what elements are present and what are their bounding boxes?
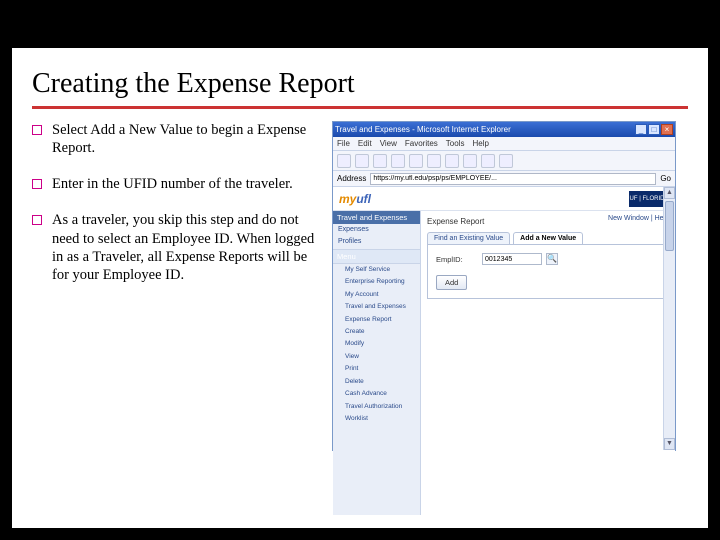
menu-item[interactable]: Delete (333, 376, 420, 388)
slide-title: Creating the Expense Report (12, 48, 708, 106)
menu-tools[interactable]: Tools (446, 139, 465, 148)
back-icon[interactable] (337, 154, 351, 168)
bullet-list: Select Add a New Value to begin a Expens… (32, 121, 322, 451)
portal-banner: myufl UF | FLORIDA (333, 187, 675, 211)
menu-item[interactable]: Travel and Expenses (333, 301, 420, 313)
emplid-row: EmplID: 🔍 (436, 253, 660, 265)
bullet-text: Enter in the UFID number of the traveler… (52, 175, 293, 193)
bullet-marker-icon (32, 215, 42, 225)
portal-logo: myufl (339, 192, 371, 206)
search-icon[interactable] (427, 154, 441, 168)
menu-edit[interactable]: Edit (358, 139, 372, 148)
history-icon[interactable] (463, 154, 477, 168)
lookup-icon[interactable]: 🔍 (546, 253, 558, 265)
bullet-marker-icon (32, 179, 42, 189)
forward-icon[interactable] (355, 154, 369, 168)
menu-item[interactable]: Cash Advance (333, 388, 420, 400)
address-label: Address (337, 174, 366, 183)
tab-row: Find an Existing Value Add a New Value (427, 232, 669, 244)
menu-item[interactable]: Modify (333, 338, 420, 350)
window-buttons: _ □ × (635, 124, 673, 135)
go-button[interactable]: Go (660, 174, 671, 183)
bullet-marker-icon (32, 125, 42, 135)
bullet-item: Select Add a New Value to begin a Expens… (32, 121, 322, 157)
menu-item[interactable]: My Self Service (333, 264, 420, 276)
window-titlebar: Travel and Expenses - Microsoft Internet… (333, 122, 675, 137)
slide-content: Select Add a New Value to begin a Expens… (12, 121, 708, 451)
nav-header: Travel and Expenses (333, 211, 420, 224)
menu-favorites[interactable]: Favorites (405, 139, 438, 148)
side-nav: Travel and Expenses Expenses Profiles Me… (333, 211, 421, 515)
menu-item[interactable]: Create (333, 326, 420, 338)
emplid-label: EmplID: (436, 255, 478, 264)
toolbar (333, 151, 675, 171)
address-input[interactable] (370, 173, 656, 185)
menu-item[interactable]: Worklist (333, 413, 420, 425)
address-bar: Address Go (333, 171, 675, 187)
menu-item[interactable]: View (333, 351, 420, 363)
scroll-up-icon[interactable]: ▲ (664, 187, 675, 199)
favorites-icon[interactable] (445, 154, 459, 168)
stop-icon[interactable] (373, 154, 387, 168)
home-icon[interactable] (409, 154, 423, 168)
print-icon[interactable] (499, 154, 513, 168)
menu-item[interactable]: Print (333, 363, 420, 375)
refresh-icon[interactable] (391, 154, 405, 168)
vertical-scrollbar[interactable]: ▲ ▼ (663, 187, 675, 450)
menu-file[interactable]: File (337, 139, 350, 148)
nav-item[interactable]: Expenses (333, 224, 420, 236)
menu-help[interactable]: Help (472, 139, 488, 148)
maximize-button[interactable]: □ (648, 124, 660, 135)
menu-item[interactable]: My Account (333, 289, 420, 301)
bullet-item: Enter in the UFID number of the traveler… (32, 175, 322, 193)
portal-body: Travel and Expenses Expenses Profiles Me… (333, 211, 675, 515)
add-button[interactable]: Add (436, 275, 467, 290)
menu-item[interactable]: Enterprise Reporting (333, 276, 420, 288)
menu-bar: File Edit View Favorites Tools Help (333, 137, 675, 151)
window-title: Travel and Expenses - Microsoft Internet… (335, 125, 511, 134)
bullet-item: As a traveler, you skip this step and do… (32, 211, 322, 284)
slide: Creating the Expense Report Select Add a… (12, 48, 708, 528)
screenshot-panel: Travel and Expenses - Microsoft Internet… (332, 121, 676, 451)
bullet-text: Select Add a New Value to begin a Expens… (52, 121, 322, 157)
menu-item[interactable]: Expense Report (333, 314, 420, 326)
title-rule (32, 106, 688, 109)
tab-add-new[interactable]: Add a New Value (513, 232, 583, 244)
header-links[interactable]: New Window | Help (608, 215, 669, 222)
minimize-button[interactable]: _ (635, 124, 647, 135)
tab-body: EmplID: 🔍 Add (427, 244, 669, 299)
bullet-text: As a traveler, you skip this step and do… (52, 211, 322, 284)
main-pane: New Window | Help Expense Report Find an… (421, 211, 675, 515)
scroll-down-icon[interactable]: ▼ (664, 438, 675, 450)
logo-ufl: ufl (356, 192, 371, 206)
tab-find-existing[interactable]: Find an Existing Value (427, 232, 510, 244)
emplid-input[interactable] (482, 253, 542, 265)
browser-window: Travel and Expenses - Microsoft Internet… (332, 121, 676, 451)
mail-icon[interactable] (481, 154, 495, 168)
close-button[interactable]: × (661, 124, 673, 135)
menu-view[interactable]: View (380, 139, 397, 148)
nav-item[interactable]: Profiles (333, 236, 420, 248)
scroll-thumb[interactable] (665, 201, 674, 251)
logo-my: my (339, 192, 356, 206)
menu-header: Menu (333, 249, 420, 264)
menu-item[interactable]: Travel Authorization (333, 401, 420, 413)
